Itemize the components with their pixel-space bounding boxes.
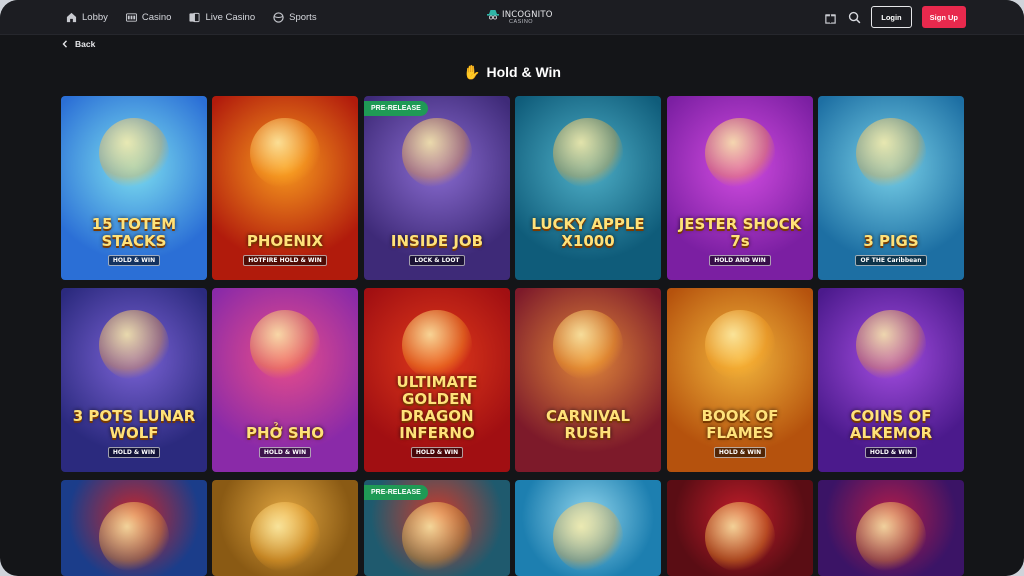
game-subtitle: HOLD & WIN [61, 447, 207, 458]
logo-subtext: CASINO [509, 19, 534, 25]
game-emblem [856, 118, 926, 188]
game-tile[interactable]: PRE-RELEASE [364, 480, 510, 576]
game-emblem [553, 118, 623, 188]
game-emblem [99, 118, 169, 188]
game-tile[interactable]: CARNIVAL RUSH [515, 288, 661, 472]
gift-icon [824, 13, 836, 24]
game-title: PHỞ SHO [246, 424, 324, 442]
game-emblem [553, 310, 623, 380]
search-icon [848, 11, 861, 23]
top-navigation-bar: Lobby Casino Live Casino Sports INCOGNIT… [0, 0, 1024, 35]
game-tile[interactable]: 3 POTS LUNAR WOLF HOLD & WIN [61, 288, 207, 472]
back-link[interactable]: Back [62, 39, 95, 49]
game-emblem [402, 310, 472, 380]
game-emblem [856, 502, 926, 572]
game-title: 15 TOTEM STACKS [91, 215, 177, 250]
raised-hand-icon: ✋ [463, 64, 481, 80]
nav-lobby[interactable]: Lobby [66, 12, 108, 23]
game-subtitle: OF THE Caribbean [818, 255, 964, 266]
game-subtitle: LOCK & LOOT [364, 255, 510, 266]
game-subtitle: HOLD & WIN [818, 447, 964, 458]
nav-live-casino-label: Live Casino [205, 11, 256, 23]
game-tile[interactable] [818, 480, 964, 576]
nav-lobby-label: Lobby [82, 11, 108, 23]
search-button[interactable] [847, 10, 861, 24]
game-tile[interactable]: COINS OF ALKEMOR HOLD & WIN [818, 288, 964, 472]
header-actions: Login Sign Up [823, 6, 966, 28]
game-title: CARNIVAL RUSH [545, 407, 631, 442]
game-emblem [856, 310, 926, 380]
game-emblem [705, 310, 775, 380]
game-tile[interactable]: 3 PIGS OF THE Caribbean [818, 96, 964, 280]
game-title: LUCKY APPLE X1000 [531, 215, 645, 250]
site-logo[interactable]: INCOGNITO CASINO [487, 9, 553, 25]
nav-casino-label: Casino [141, 11, 172, 23]
signup-button[interactable]: Sign Up [921, 6, 966, 28]
game-emblem [705, 118, 775, 188]
back-label: Back [75, 39, 96, 49]
pre-release-badge: PRE-RELEASE [364, 485, 428, 500]
game-tile[interactable] [515, 480, 661, 576]
game-title: JESTER SHOCK 7s [678, 215, 802, 250]
game-title: ULTIMATE GOLDEN DRAGON INFERNO [396, 373, 478, 442]
game-tile[interactable]: BOOK OF FLAMES HOLD & WIN [667, 288, 813, 472]
game-emblem [250, 118, 320, 188]
sports-ball-icon [273, 11, 284, 23]
game-tile[interactable]: LUCKY APPLE X1000 [515, 96, 661, 280]
game-emblem [705, 502, 775, 572]
game-subtitle: HOLD AND WIN [667, 255, 813, 266]
game-title: COINS OF ALKEMOR [849, 407, 933, 442]
game-tile[interactable]: PHOENIX HOTFIRE HOLD & WIN [212, 96, 358, 280]
home-icon [66, 12, 77, 22]
nav-live-casino[interactable]: Live Casino [189, 12, 255, 23]
game-subtitle: HOLD & WIN [364, 447, 510, 458]
gift-button[interactable] [823, 10, 837, 24]
chevron-left-icon [62, 40, 68, 48]
game-tile[interactable] [61, 480, 207, 576]
game-tile[interactable] [212, 480, 358, 576]
game-subtitle: HOLD & WIN [667, 447, 813, 458]
nav-casino[interactable]: Casino [125, 11, 172, 23]
game-subtitle: HOLD & WIN [61, 255, 207, 266]
game-tile[interactable]: JESTER SHOCK 7s HOLD AND WIN [667, 96, 813, 280]
nav-sports-label: Sports [289, 11, 317, 23]
game-title: BOOK OF FLAMES [701, 407, 779, 442]
cards-icon [189, 12, 201, 22]
login-button[interactable]: Login [871, 6, 912, 28]
game-tile[interactable]: ULTIMATE GOLDEN DRAGON INFERNO HOLD & WIN [364, 288, 510, 472]
game-title: 3 PIGS [863, 232, 919, 250]
pre-release-badge: PRE-RELEASE [364, 101, 428, 116]
game-title: PHOENIX [246, 232, 324, 250]
page-title-text: Hold & Win [486, 64, 561, 80]
game-tile[interactable] [667, 480, 813, 576]
game-emblem [99, 502, 169, 572]
game-emblem [250, 502, 320, 572]
game-tile[interactable]: PHỞ SHO HOLD & WIN [212, 288, 358, 472]
game-tile[interactable]: INSIDE JOB LOCK & LOOT PRE-RELEASE [364, 96, 510, 280]
app-window: Lobby Casino Live Casino Sports INCOGNIT… [0, 0, 1024, 576]
game-emblem [99, 310, 169, 380]
incognito-hat-icon [487, 10, 499, 20]
game-emblem [250, 310, 320, 380]
game-emblem [553, 502, 623, 572]
slot-machine-icon [125, 12, 137, 22]
logo-text: INCOGNITO [502, 9, 553, 20]
game-subtitle: HOTFIRE HOLD & WIN [212, 255, 358, 266]
game-title: 3 POTS LUNAR WOLF [72, 407, 196, 442]
game-subtitle: HOLD & WIN [212, 447, 358, 458]
nav-sports[interactable]: Sports [273, 11, 317, 23]
main-nav: Lobby Casino Live Casino Sports [66, 0, 317, 34]
game-tile[interactable]: 15 TOTEM STACKS HOLD & WIN [61, 96, 207, 280]
game-emblem [402, 502, 472, 572]
game-emblem [402, 118, 472, 188]
game-title: INSIDE JOB [390, 232, 484, 250]
page-title: ✋ Hold & Win [0, 64, 1024, 81]
